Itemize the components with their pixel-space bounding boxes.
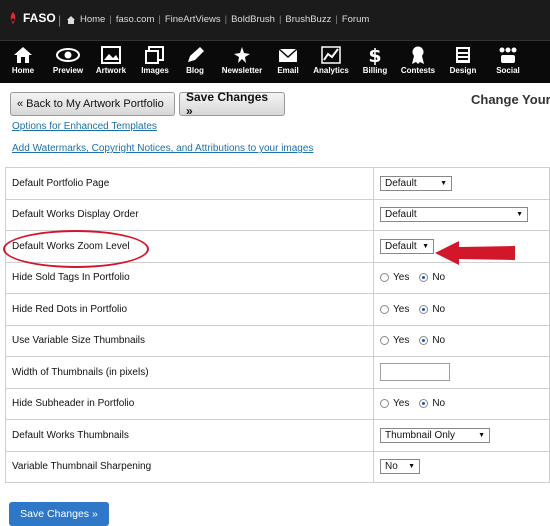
- nav-item-design[interactable]: Design: [446, 43, 480, 81]
- top-link-home[interactable]: Home: [80, 14, 105, 25]
- top-link-fineartviews[interactable]: FineArtViews: [165, 14, 221, 25]
- top-link-forum[interactable]: Forum: [342, 14, 369, 25]
- nav-item-social[interactable]: Social: [492, 43, 524, 81]
- top-divider: |: [58, 13, 62, 27]
- top-controls: « Back to My Artwork Portfolio Save Chan…: [10, 90, 285, 118]
- house-icon: [67, 15, 75, 24]
- dollar-icon: $: [368, 45, 381, 65]
- newsletter-icon: [234, 47, 250, 63]
- table-row: Hide Red Dots in Portfolio Yes No: [5, 293, 550, 326]
- enhanced-templates-link[interactable]: Options for Enhanced Templates: [12, 121, 157, 132]
- setting-label: Hide Red Dots in Portfolio: [5, 293, 374, 326]
- faso-logo-icon: [10, 12, 16, 24]
- hide-sold-tags-yes-radio[interactable]: [380, 273, 389, 283]
- table-row: Default Works Thumbnails Thumbnail Only …: [5, 419, 550, 452]
- thumbnail-width-input[interactable]: [380, 363, 450, 382]
- default-portfolio-page-select[interactable]: Default ▼: [380, 175, 452, 191]
- brand[interactable]: FASO: [8, 11, 56, 25]
- works-thumbnails-select[interactable]: Thumbnail Only ▼: [380, 427, 490, 443]
- nav-item-newsletter[interactable]: Newsletter: [221, 43, 263, 81]
- chevron-down-icon: ▼: [422, 242, 429, 250]
- chevron-down-icon: ▼: [408, 463, 415, 471]
- chart-icon: [321, 46, 341, 64]
- design-icon: [456, 47, 470, 63]
- nav-item-contests[interactable]: Contests: [399, 43, 437, 81]
- house-icon: [14, 47, 32, 63]
- table-row: Default Portfolio Page Default ▼: [5, 167, 550, 200]
- setting-label: Width of Thumbnails (in pixels): [5, 356, 374, 389]
- table-row: Default Works Display Order Default ▼: [5, 198, 550, 231]
- display-order-select[interactable]: Default ▼: [380, 207, 528, 223]
- setting-label: Use Variable Size Thumbnails: [5, 324, 374, 357]
- nav-item-images[interactable]: Images: [138, 43, 172, 81]
- setting-label: Default Works Display Order: [5, 198, 374, 231]
- eye-icon: [56, 48, 80, 62]
- setting-label: Hide Subheader in Portfolio: [5, 387, 374, 420]
- setting-label: Variable Thumbnail Sharpening: [5, 450, 374, 483]
- variable-thumbnails-no-radio[interactable]: [419, 336, 429, 346]
- nav-item-blog[interactable]: Blog: [180, 43, 210, 81]
- back-to-portfolio-button[interactable]: « Back to My Artwork Portfolio: [10, 92, 175, 116]
- images-icon: [145, 46, 164, 64]
- nav-item-home[interactable]: Home: [5, 43, 41, 81]
- brand-name: FASO: [23, 11, 56, 25]
- top-links: Home | faso.com | FineArtViews | BoldBru…: [66, 14, 369, 25]
- svg-text:$: $: [368, 45, 381, 65]
- top-link-boldbrush[interactable]: BoldBrush: [231, 14, 275, 25]
- envelope-icon: [278, 48, 298, 62]
- nav-item-email[interactable]: Email: [273, 43, 303, 81]
- table-row: Width of Thumbnails (in pixels): [5, 356, 550, 389]
- hide-sold-tags-no-radio[interactable]: [419, 273, 429, 283]
- hide-subheader-yes-radio[interactable]: [380, 399, 389, 409]
- save-changes-button[interactable]: Save Changes »: [179, 90, 285, 118]
- main-nav: Home Preview Artwork Images Blog Newslet…: [0, 40, 550, 83]
- top-bar: FASO | Home | faso.com | FineArtViews | …: [0, 0, 550, 40]
- hide-red-dots-yes-radio[interactable]: [380, 304, 389, 314]
- chevron-down-icon: ▼: [478, 431, 485, 439]
- hide-red-dots-no-radio[interactable]: [419, 304, 429, 314]
- nav-item-analytics[interactable]: Analytics: [311, 43, 351, 81]
- pen-icon: [188, 47, 204, 62]
- variable-thumbnails-yes-radio[interactable]: [380, 336, 389, 346]
- nav-item-billing[interactable]: $ Billing: [360, 43, 390, 81]
- thumbnail-sharpening-select[interactable]: No ▼: [380, 459, 420, 475]
- table-row: Use Variable Size Thumbnails Yes No: [5, 324, 550, 357]
- zoom-level-highlight-circle: [3, 230, 149, 268]
- setting-label: Default Works Thumbnails: [5, 419, 374, 452]
- page-title: Change Your: [471, 92, 550, 107]
- portfolio-settings-table: Default Portfolio Page Default ▼ Default…: [5, 167, 550, 483]
- zoom-level-select[interactable]: Default ▼: [380, 238, 434, 254]
- nav-item-preview[interactable]: Preview: [49, 43, 87, 81]
- setting-label: Default Portfolio Page: [5, 167, 374, 200]
- chevron-down-icon: ▼: [516, 211, 523, 219]
- bottom-save-changes-button[interactable]: Save Changes »: [9, 502, 109, 526]
- palette-icon: [101, 46, 121, 64]
- table-row: Variable Thumbnail Sharpening No ▼: [5, 450, 550, 483]
- table-row: Hide Subheader in Portfolio Yes No: [5, 387, 550, 420]
- top-link-brushbuzz[interactable]: BrushBuzz: [285, 14, 331, 25]
- chevron-down-icon: ▼: [440, 179, 447, 187]
- top-link-faso[interactable]: faso.com: [116, 14, 155, 25]
- ribbon-icon: [412, 46, 424, 64]
- red-arrow-icon: [435, 241, 515, 265]
- social-icon: [499, 47, 517, 63]
- watermarks-link[interactable]: Add Watermarks, Copyright Notices, and A…: [12, 143, 313, 154]
- hide-subheader-no-radio[interactable]: [419, 399, 429, 409]
- nav-item-artwork[interactable]: Artwork: [93, 43, 129, 81]
